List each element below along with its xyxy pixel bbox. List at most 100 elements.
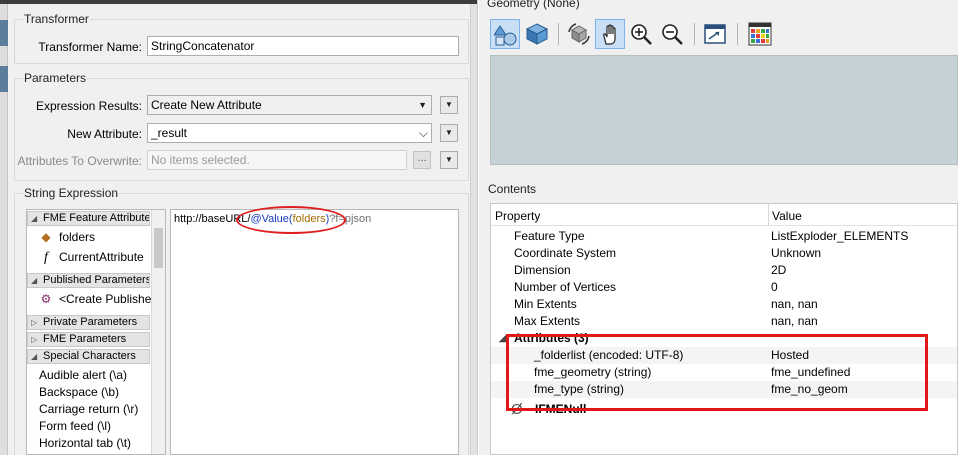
zoom-in-icon bbox=[631, 24, 652, 45]
function-icon: f bbox=[44, 250, 48, 265]
chevron-down-icon: ⌵ bbox=[418, 126, 428, 140]
attributes-to-overwrite-field[interactable]: No items selected. bbox=[147, 150, 407, 170]
tree-header-private-parameters[interactable]: ▷ Private Parameters bbox=[27, 315, 150, 330]
attribute-row[interactable]: fme_geometry (string) fme_undefined bbox=[491, 364, 957, 381]
expression-results-menu-button[interactable]: ▼ bbox=[440, 96, 458, 114]
expression-prefix: http://baseURL/ bbox=[174, 213, 251, 225]
zoom-out-icon bbox=[662, 24, 683, 45]
expression-editor[interactable]: http://baseURL/@Value(folders)?f=pjson bbox=[170, 209, 459, 455]
zoom-extent-icon bbox=[704, 24, 726, 44]
expression-results-value: Create New Attribute bbox=[151, 98, 262, 112]
attributes-to-overwrite-label: Attributes To Overwrite: bbox=[17, 154, 143, 168]
special-char-item[interactable]: Audible alert (\a) bbox=[39, 368, 127, 382]
tree-scrollbar[interactable] bbox=[151, 210, 165, 454]
table-row[interactable]: Number of Vertices 0 bbox=[491, 279, 957, 296]
zoom-in-button[interactable] bbox=[626, 19, 656, 49]
toolbar-separator bbox=[737, 23, 738, 45]
tree-item-create-published-parameter[interactable]: ⚙ <Create Publishe bbox=[39, 292, 152, 306]
null-row[interactable]: IFMENull bbox=[491, 401, 957, 418]
row-value: 0 bbox=[771, 280, 778, 294]
attributes-to-overwrite-browse-button[interactable]: ... bbox=[413, 151, 431, 169]
table-row[interactable]: Max Extents nan, nan bbox=[491, 313, 957, 330]
table-header: Property Value bbox=[491, 204, 957, 226]
canvas-edge-strip bbox=[0, 4, 8, 455]
toolbar-separator bbox=[558, 23, 559, 45]
attributes-group-row[interactable]: ◢ Attributes (3) bbox=[491, 330, 957, 347]
dialog-scrollbar[interactable] bbox=[470, 4, 477, 455]
tree-header-special-characters[interactable]: ◢ Special Characters bbox=[27, 349, 150, 364]
tree-item-label: folders bbox=[59, 230, 96, 244]
special-char-item[interactable]: Form feed (\l) bbox=[39, 419, 111, 433]
rotate-tool-button[interactable] bbox=[564, 19, 594, 49]
shapes-tool-button[interactable] bbox=[490, 19, 520, 49]
expression-argument: folders bbox=[292, 213, 326, 225]
expand-arrow-icon: ▷ bbox=[31, 318, 38, 327]
collapse-arrow-icon: ◢ bbox=[31, 352, 38, 361]
zoom-extent-button[interactable] bbox=[700, 19, 730, 49]
canvas-edge-marker bbox=[0, 66, 8, 92]
collapse-arrow-icon: ◢ bbox=[31, 214, 38, 223]
tree-item-label: CurrentAttribute bbox=[59, 250, 144, 264]
column-header-value[interactable]: Value bbox=[772, 209, 802, 223]
new-attribute-menu-button[interactable]: ▼ bbox=[440, 124, 458, 142]
tree-header-fme-feature-attributes[interactable]: ◢ FME Feature Attribute bbox=[27, 211, 150, 226]
string-expression-group-title: String Expression bbox=[23, 186, 120, 200]
contents-table: Property Value Feature Type ListExploder_… bbox=[490, 203, 958, 455]
tree-header-label: Special Characters bbox=[43, 350, 136, 362]
row-property: Number of Vertices bbox=[514, 280, 617, 294]
gear-plus-icon: ⚙ bbox=[40, 292, 52, 306]
tree-header-fme-parameters[interactable]: ▷ FME Parameters bbox=[27, 332, 150, 347]
tree-header-label: Private Parameters bbox=[43, 316, 138, 328]
row-value: nan, nan bbox=[771, 297, 818, 311]
special-char-item[interactable]: Horizontal tab (\t) bbox=[39, 436, 131, 450]
transformer-parameters-dialog: Transformer Transformer Name: StringConc… bbox=[0, 0, 478, 455]
dropdown-arrow-icon: ▼ bbox=[418, 100, 427, 110]
attributes-to-overwrite-menu-button[interactable]: ▼ bbox=[440, 151, 458, 169]
attribute-value: fme_undefined bbox=[771, 365, 851, 379]
attribute-property: fme_type (string) bbox=[534, 382, 625, 396]
toolbar-separator bbox=[694, 23, 695, 45]
special-char-item[interactable]: Backspace (\b) bbox=[39, 385, 119, 399]
attribute-row[interactable]: fme_type (string) fme_no_geom bbox=[491, 381, 957, 398]
expression-results-dropdown[interactable]: Create New Attribute ▼ bbox=[147, 95, 432, 115]
diamond-arrow-icon: ◆ bbox=[41, 230, 51, 244]
cube-icon bbox=[525, 23, 549, 45]
new-attribute-label: New Attribute: bbox=[67, 127, 142, 141]
geometry-viewport[interactable] bbox=[490, 55, 958, 165]
special-char-item[interactable]: Carriage return (\r) bbox=[39, 402, 138, 416]
tree-item-folders[interactable]: ◆ folders bbox=[39, 230, 95, 244]
color-grid-button[interactable] bbox=[745, 19, 775, 49]
attribute-row[interactable]: _folderlist (encoded: UTF-8) Hosted bbox=[491, 347, 957, 364]
tree-scrollbar-thumb[interactable] bbox=[154, 228, 163, 268]
new-attribute-value: _result bbox=[151, 126, 188, 140]
column-divider[interactable] bbox=[768, 204, 769, 226]
table-row[interactable]: Feature Type ListExploder_ELEMENTS bbox=[491, 228, 957, 245]
row-property: Dimension bbox=[514, 263, 571, 277]
new-attribute-combobox[interactable]: _result ⌵ bbox=[147, 123, 432, 143]
collapse-arrow-icon: ◢ bbox=[499, 333, 506, 343]
tree-item-current-attribute[interactable]: f CurrentAttribute bbox=[39, 250, 144, 266]
table-row[interactable]: Dimension 2D bbox=[491, 262, 957, 279]
null-row-label: IFMENull bbox=[535, 402, 587, 416]
shapes-icon bbox=[494, 25, 517, 46]
tree-header-published-parameters[interactable]: ◢ Published Parameters bbox=[27, 273, 150, 288]
row-property: Feature Type bbox=[514, 229, 585, 243]
row-value: nan, nan bbox=[771, 314, 818, 328]
pan-tool-button[interactable] bbox=[595, 19, 625, 49]
zoom-out-button[interactable] bbox=[657, 19, 687, 49]
dialog-title-bar bbox=[0, 0, 477, 4]
row-value: ListExploder_ELEMENTS bbox=[771, 229, 909, 243]
table-row[interactable]: Coordinate System Unknown bbox=[491, 245, 957, 262]
pan-hand-icon bbox=[603, 24, 616, 45]
row-value: 2D bbox=[771, 263, 787, 277]
transformer-name-input[interactable]: StringConcatenator bbox=[147, 36, 459, 56]
transformer-name-label: Transformer Name: bbox=[38, 40, 142, 54]
attribute-value: Hosted bbox=[771, 348, 810, 362]
tree-header-label: FME Feature Attribute bbox=[43, 212, 150, 224]
column-header-property[interactable]: Property bbox=[495, 209, 540, 223]
table-row[interactable]: Min Extents nan, nan bbox=[491, 296, 957, 313]
geometry-title: Geometry (None) bbox=[487, 0, 580, 10]
expression-suffix: ?f=pjson bbox=[329, 213, 372, 225]
transformer-group-title: Transformer bbox=[23, 12, 90, 26]
cube-tool-button[interactable] bbox=[522, 19, 552, 49]
